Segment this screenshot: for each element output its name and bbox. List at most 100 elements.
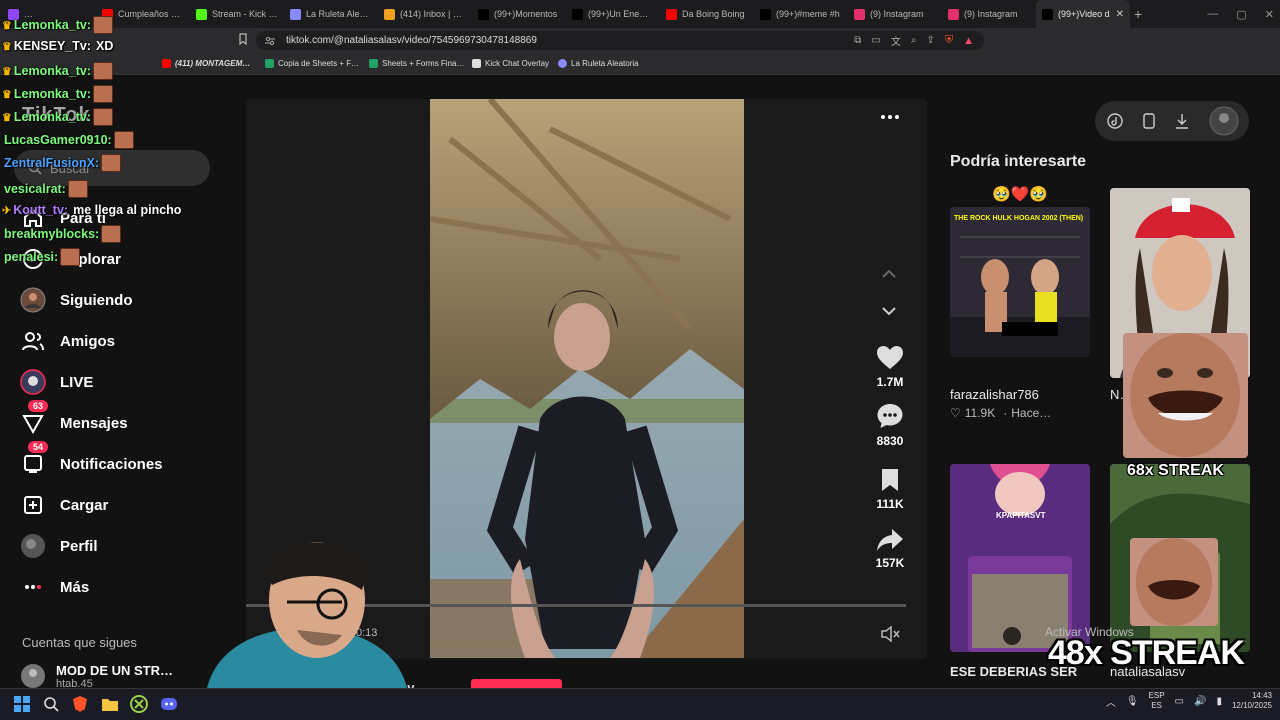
browser-tab[interactable]: La Ruleta Aleator	[284, 0, 378, 28]
close-tab-icon[interactable]: ✕	[1116, 9, 1124, 20]
windows-start-icon[interactable]	[13, 695, 31, 713]
nav-label: Cargar	[60, 496, 109, 514]
speaker-icon[interactable]: 🔊	[1194, 696, 1206, 707]
chat-username: KENSEY_Tv:	[13, 39, 91, 53]
suggestion-card[interactable]: THE ROCK HULK HOGAN 2002 (THEN)	[950, 207, 1090, 357]
nav-messages[interactable]: 63 Mensajes	[20, 400, 128, 436]
new-tab-icon[interactable]: +	[1134, 6, 1154, 22]
browser-tab[interactable]: (414) Inbox | Don	[378, 0, 472, 28]
bookmark-item[interactable]: Kick Chat Overlay	[472, 59, 549, 68]
brave-browser-icon[interactable]	[71, 695, 89, 713]
language-indicator[interactable]: ESP ES	[1149, 691, 1165, 711]
follow-button[interactable]	[471, 679, 562, 688]
close-window-icon[interactable]: ✕	[1265, 8, 1274, 21]
brave-rewards-icon[interactable]: ▲	[963, 35, 974, 47]
share-arrow-icon	[868, 528, 912, 552]
tray-expand-icon[interactable]: ︿	[1106, 694, 1116, 709]
bookmark-item[interactable]: (411) MONTAGEM…	[162, 59, 250, 68]
translate-icon[interactable]: 文	[891, 33, 901, 48]
comment-icon	[868, 402, 912, 430]
nav-more[interactable]: Más	[20, 574, 89, 600]
following-avatar-icon	[20, 287, 46, 313]
site-info-icon[interactable]	[264, 35, 276, 47]
more-options-icon[interactable]	[880, 114, 900, 120]
maximize-icon[interactable]: ▢	[1236, 8, 1246, 21]
brave-shield-icon[interactable]: ⛨	[945, 34, 953, 47]
browser-tab[interactable]: (99+)#meme #h	[754, 0, 848, 28]
bookmark-item[interactable]: Sheets + Forms Fina…	[369, 59, 464, 68]
browser-tab[interactable]: Stream - Kick Da	[190, 0, 284, 28]
browser-tab[interactable]: (9) Instagram	[942, 0, 1036, 28]
share-icon[interactable]: ⇪	[926, 35, 934, 46]
nav-notifications[interactable]: 54 Notificaciones	[20, 441, 163, 477]
suggestion-card[interactable]: KPAPITASVT	[950, 464, 1090, 652]
url-text: tiktok.com/@nataliasalasv/video/75459697…	[286, 35, 537, 46]
nav-label: LIVE	[60, 373, 94, 391]
bookmark-icon[interactable]	[237, 33, 249, 45]
nav-friends[interactable]: Amigos	[20, 328, 115, 354]
address-bar[interactable]: tiktok.com/@nataliasalasv/video/75459697…	[256, 31, 984, 50]
nav-label: Amigos	[60, 332, 116, 350]
following-account[interactable]: MOD DE UN STR… htab.45	[20, 663, 173, 690]
heart-outline-icon: ♡	[950, 406, 961, 420]
cast-icon[interactable]: ▭	[871, 35, 880, 46]
bookmark-item[interactable]: Copia de Sheets + F…	[265, 59, 359, 68]
tab-label: (9) Instagram	[964, 9, 1018, 19]
discord-icon[interactable]	[160, 695, 178, 713]
comment-count: 8830	[876, 434, 904, 448]
like-count: 1.7M	[876, 375, 904, 389]
network-icon[interactable]: ▭	[1175, 696, 1184, 707]
nav-live[interactable]: LIVE	[20, 369, 93, 395]
tab-label: (99+)Un Enemigo	[588, 9, 654, 19]
browser-tab[interactable]: (9) Instagram	[848, 0, 942, 28]
chat-badge-icon: ♛	[2, 111, 12, 124]
live-icon	[20, 369, 46, 395]
zoom-icon[interactable]: ⌕	[911, 35, 917, 46]
share-button[interactable]: 157K	[868, 528, 912, 570]
video-frame-image	[430, 99, 744, 658]
volume-icon[interactable]	[880, 626, 902, 642]
tab-label: (99+)#meme #h	[776, 9, 840, 19]
chat-message: ♛ Lemonka_tv:	[2, 16, 113, 34]
tab-favicon-icon	[854, 8, 865, 20]
comment-button[interactable]: 8830	[868, 402, 912, 448]
file-explorer-icon[interactable]	[101, 695, 119, 713]
tab-label: (99+)Momentos	[494, 9, 558, 19]
chat-username: breakmyblocks:	[4, 227, 100, 241]
overlay-emote-small	[1130, 538, 1218, 626]
tab-favicon-icon	[760, 8, 771, 20]
device-icon[interactable]	[1143, 113, 1155, 129]
user-avatar[interactable]	[1209, 106, 1239, 136]
microphone-icon[interactable]: 🎙	[1126, 696, 1139, 707]
card-overlay-text: KPAPITASVT	[996, 511, 1046, 520]
chat-username: ZentralFusionX:	[4, 156, 100, 170]
nav-following[interactable]: Siguiendo	[20, 287, 133, 313]
pip-icon[interactable]: ⧉	[854, 35, 861, 46]
minimize-icon[interactable]: —	[1207, 8, 1218, 20]
browser-tab[interactable]: Da Boing Boing	[660, 0, 754, 28]
nav-label: Notificaciones	[60, 455, 163, 473]
browser-tab[interactable]: (99+)Video d ✕	[1036, 0, 1130, 28]
xbox-icon[interactable]	[130, 695, 148, 713]
browser-tab[interactable]: (99+)Momentos	[472, 0, 566, 28]
download-icon[interactable]	[1175, 113, 1189, 129]
card-time: Hace…	[1011, 406, 1052, 420]
tab-label: Stream - Kick Da	[212, 9, 278, 19]
chevron-down-icon[interactable]	[880, 305, 898, 317]
video-player[interactable]	[430, 99, 744, 658]
tab-favicon-icon	[948, 8, 959, 20]
tiktok-music-icon[interactable]	[1107, 113, 1123, 129]
save-button[interactable]: 111K	[868, 467, 912, 511]
chevron-up-icon[interactable]	[880, 268, 898, 280]
nav-upload[interactable]: Cargar	[20, 492, 108, 518]
chat-username: penalesi:	[4, 250, 59, 264]
bookmark-item[interactable]: La Ruleta Aleatoria	[558, 59, 639, 68]
browser-tab[interactable]: (99+)Un Enemigo	[566, 0, 660, 28]
card-username[interactable]: farazalishar786	[950, 387, 1039, 402]
battery-icon[interactable]: ▮	[1216, 696, 1222, 707]
taskbar-search-icon[interactable]	[42, 695, 60, 713]
chat-emote-icon	[101, 154, 122, 172]
clock[interactable]: 14:43 12/10/2025	[1232, 691, 1272, 711]
like-button[interactable]: 1.7M	[868, 345, 912, 389]
nav-profile[interactable]: Perfil	[20, 533, 98, 559]
